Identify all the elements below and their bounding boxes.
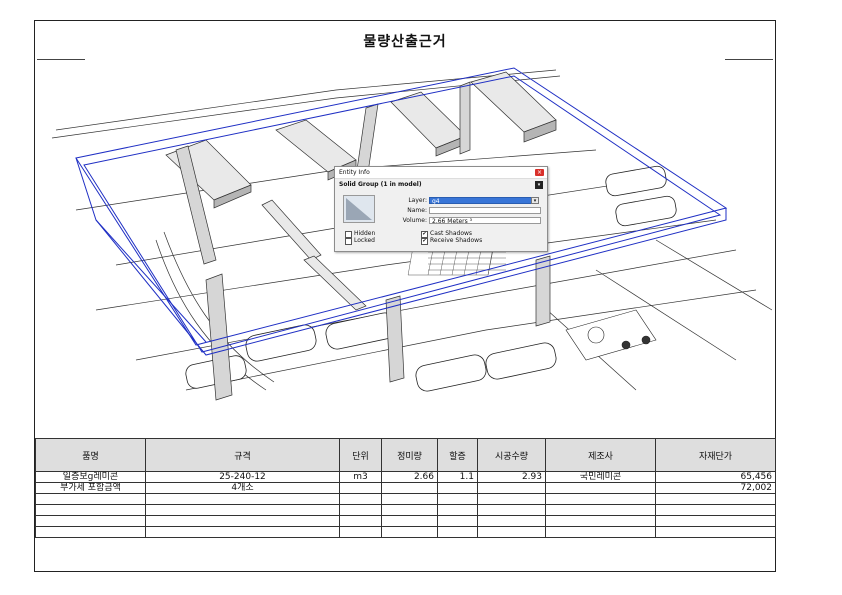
cell-empty[interactable]: [545, 526, 656, 538]
cell-empty[interactable]: [145, 526, 340, 538]
table-container: 품명 규격 단위 정미량 할증 시공수량 제조사 자재단가 일증보g레미콘 25…: [35, 20, 776, 572]
cell-surcharge[interactable]: 1.1: [437, 471, 478, 483]
cell-work-qty[interactable]: [477, 482, 546, 494]
quantity-table: 품명 규격 단위 정미량 할증 시공수량 제조사 자재단가 일증보g레미콘 25…: [35, 438, 776, 538]
cell-unit-price[interactable]: 72,002: [655, 482, 776, 494]
cell-item[interactable]: 일증보g레미콘: [35, 471, 146, 483]
header-unit: 단위: [339, 438, 382, 472]
table-row: [35, 493, 776, 505]
cell-maker[interactable]: [545, 482, 656, 494]
cell-empty[interactable]: [35, 493, 146, 505]
cell-maker[interactable]: 국민레미콘: [545, 471, 656, 483]
cell-empty[interactable]: [437, 493, 478, 505]
cell-empty[interactable]: [655, 515, 776, 527]
cell-empty[interactable]: [477, 493, 546, 505]
header-unit-price: 자재단가: [655, 438, 776, 472]
cell-empty[interactable]: [545, 504, 656, 516]
header-maker: 제조사: [545, 438, 656, 472]
cell-empty[interactable]: [437, 515, 478, 527]
cell-empty[interactable]: [477, 515, 546, 527]
table-row: 일증보g레미콘 25-240-12 m3 2.66 1.1 2.93 국민레미콘…: [35, 471, 776, 483]
header-spec: 규격: [145, 438, 340, 472]
cell-empty[interactable]: [477, 504, 546, 516]
cell-empty[interactable]: [381, 515, 438, 527]
cell-empty[interactable]: [381, 526, 438, 538]
cell-empty[interactable]: [545, 493, 656, 505]
cell-empty[interactable]: [145, 504, 340, 516]
header-work-qty: 시공수량: [477, 438, 546, 472]
cell-empty[interactable]: [145, 515, 340, 527]
cell-empty[interactable]: [381, 504, 438, 516]
cell-empty[interactable]: [35, 515, 146, 527]
table-row: [35, 526, 776, 538]
header-net-qty: 정미량: [381, 438, 438, 472]
cell-empty[interactable]: [655, 493, 776, 505]
cell-unit[interactable]: m3: [339, 471, 382, 483]
cell-net-qty[interactable]: 2.66: [381, 471, 438, 483]
header-surcharge: 할증: [437, 438, 478, 472]
cell-empty[interactable]: [655, 504, 776, 516]
cell-empty[interactable]: [35, 526, 146, 538]
cell-empty[interactable]: [339, 526, 382, 538]
cell-unit[interactable]: [339, 482, 382, 494]
cell-empty[interactable]: [339, 504, 382, 516]
cell-net-qty[interactable]: [381, 482, 438, 494]
cell-empty[interactable]: [437, 504, 478, 516]
cell-empty[interactable]: [655, 526, 776, 538]
cell-unit-price[interactable]: 65,456: [655, 471, 776, 483]
table-row: 부가세 포함금액 4개소 72,002: [35, 482, 776, 494]
cell-empty[interactable]: [339, 493, 382, 505]
cell-empty[interactable]: [339, 515, 382, 527]
cell-empty[interactable]: [381, 493, 438, 505]
cell-spec[interactable]: 25-240-12: [145, 471, 340, 483]
table-row: [35, 504, 776, 516]
cell-item[interactable]: 부가세 포함금액: [35, 482, 146, 494]
header-item: 품명: [35, 438, 146, 472]
cell-work-qty[interactable]: 2.93: [477, 471, 546, 483]
cell-empty[interactable]: [545, 515, 656, 527]
cell-empty[interactable]: [35, 504, 146, 516]
table-row: [35, 515, 776, 527]
table-header-row: 품명 규격 단위 정미량 할증 시공수량 제조사 자재단가: [35, 438, 776, 472]
cell-spec[interactable]: 4개소: [145, 482, 340, 494]
cell-surcharge[interactable]: [437, 482, 478, 494]
cell-empty[interactable]: [477, 526, 546, 538]
cell-empty[interactable]: [145, 493, 340, 505]
cell-empty[interactable]: [437, 526, 478, 538]
